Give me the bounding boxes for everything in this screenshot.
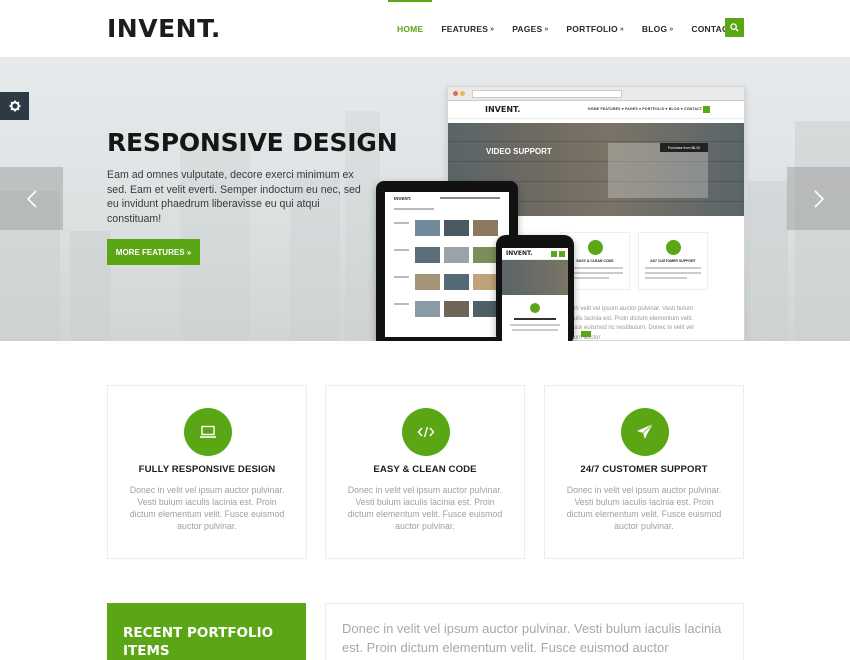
- phone-search-icon: [559, 251, 565, 257]
- mockup-header: INVENT. HOME FEATURES ▾ PAGES ▾ PORTFOLI…: [448, 101, 744, 119]
- phone-text-line: [512, 329, 558, 331]
- tablet-thumbnail: [473, 247, 498, 263]
- tablet-text-line: [394, 222, 409, 224]
- nav-item-label: BLOG: [641, 24, 668, 34]
- mockup-text-line: [645, 277, 687, 279]
- phone-logo: INVENT.: [506, 250, 533, 257]
- nav-item-portfolio[interactable]: PORTFOLIO »: [557, 0, 632, 58]
- tablet-thumbnail: [473, 274, 498, 290]
- main-nav: HOME FEATURES » PAGES » PORTFOLIO » BLOG…: [388, 0, 749, 58]
- tablet-thumbnail: [415, 247, 440, 263]
- hero-slider: RESPONSIVE DESIGN Eam ad omnes vulputate…: [0, 58, 850, 341]
- phone-mockup: INVENT.: [496, 235, 574, 341]
- feature-title: 24/7 CUSTOMER SUPPORT: [580, 464, 708, 475]
- tablet-thumbnail: [444, 220, 469, 236]
- mockup-code-icon: [588, 240, 603, 255]
- tablet-thumbnail: [473, 301, 498, 317]
- mockup-button: [581, 331, 591, 337]
- nav-item-pages[interactable]: PAGES »: [503, 0, 557, 58]
- nav-item-features[interactable]: FEATURES »: [432, 0, 503, 58]
- window-dot: [460, 91, 465, 96]
- tablet-thumbnail: [444, 301, 469, 317]
- tablet-thumbnail: [415, 220, 440, 236]
- mockup-logo: INVENT.: [485, 105, 521, 114]
- tablet-text-line: [394, 249, 409, 251]
- tablet-text-line: [394, 303, 409, 305]
- chevron-left-icon: [26, 189, 37, 208]
- feature-card: FULLY RESPONSIVE DESIGN Donec in velit v…: [107, 385, 307, 559]
- dropdown-arrow-icon: »: [669, 25, 674, 33]
- more-features-button[interactable]: MORE FEATURES »: [107, 239, 200, 265]
- dropdown-arrow-icon: »: [544, 25, 549, 33]
- site-logo[interactable]: INVENT.: [107, 14, 221, 43]
- feature-icon-circle: [621, 408, 669, 456]
- nav-item-label: PORTFOLIO: [566, 24, 618, 34]
- portfolio-heading-box: RECENT PORTFOLIO ITEMS: [107, 603, 306, 660]
- mockup-paper-plane-icon: [666, 240, 681, 255]
- mockup-search-icon: [703, 106, 710, 113]
- tablet-thumbnail: [415, 301, 440, 317]
- phone-menu-icon: [551, 251, 557, 257]
- feature-text: Donec in velit vel ipsum auctor pulvinar…: [129, 485, 285, 531]
- hero-title: RESPONSIVE DESIGN: [107, 128, 398, 157]
- phone-feature-icon: [530, 303, 540, 313]
- mockup-feature-card: 24/7 CUSTOMER SUPPORT: [638, 232, 708, 290]
- dropdown-arrow-icon: »: [619, 25, 624, 33]
- nav-item-label: FEATURES: [441, 24, 489, 34]
- phone-hero-image: [502, 260, 568, 295]
- tablet-thumbnail: [444, 274, 469, 290]
- hero-text: Eam ad omnes vulputate, decore exerci mi…: [107, 169, 361, 225]
- window-dot: [453, 91, 458, 96]
- feature-title: EASY & CLEAN CODE: [373, 464, 477, 475]
- search-icon: [730, 23, 739, 32]
- feature-text: Donec in velit vel ipsum auctor pulvinar…: [347, 485, 503, 531]
- feature-title: FULLY RESPONSIVE DESIGN: [138, 464, 276, 475]
- tablet-thumbnail: [473, 220, 498, 236]
- nav-item-blog[interactable]: BLOG »: [633, 0, 682, 58]
- site-header: INVENT. HOME FEATURES » PAGES » PORTFOLI…: [0, 0, 850, 58]
- paper-plane-icon: [637, 423, 654, 439]
- slider-next-button[interactable]: [787, 167, 850, 230]
- tablet-screen: INVENT.: [385, 192, 509, 337]
- tablet-text-line: [394, 276, 409, 278]
- phone-header: INVENT.: [502, 248, 568, 260]
- slider-prev-button[interactable]: [0, 167, 63, 230]
- mockup-text-line: [567, 267, 623, 269]
- mockup-plank-line: [448, 141, 744, 142]
- feature-icon-circle: [402, 408, 450, 456]
- feature-text: Donec in velit vel ipsum auctor pulvinar…: [566, 485, 722, 531]
- laptop-icon: [200, 425, 216, 438]
- mockup-text-line: [645, 267, 701, 269]
- settings-toggle[interactable]: [0, 92, 29, 120]
- portfolio-intro-text: Donec in velit vel ipsum auctor pulvinar…: [325, 603, 744, 660]
- mockup-purchase-chip: Purchase from $6.00: [660, 143, 708, 152]
- chevron-right-icon: [813, 189, 824, 208]
- mockup-text-line: [567, 272, 623, 274]
- dropdown-arrow-icon: »: [490, 25, 495, 33]
- tablet-text-line: [394, 208, 434, 210]
- mockup-video-title: VIDEO SUPPORT: [486, 147, 552, 156]
- portfolio-title: RECENT PORTFOLIO ITEMS: [123, 625, 274, 659]
- browser-address-bar: [472, 90, 622, 98]
- tablet-thumbnail: [444, 247, 469, 263]
- nav-item-home[interactable]: HOME: [388, 0, 433, 58]
- phone-text-line: [510, 324, 560, 326]
- code-icon: [417, 426, 435, 438]
- feature-card: 24/7 CUSTOMER SUPPORT Donec in velit vel…: [544, 385, 744, 559]
- nav-item-label: PAGES: [512, 24, 543, 34]
- mockup-card-title: 24/7 CUSTOMER SUPPORT: [650, 259, 696, 263]
- gear-icon: [9, 100, 20, 112]
- tablet-logo: INVENT.: [394, 196, 412, 201]
- mockup-nav: HOME FEATURES ▾ PAGES ▾ PORTFOLIO ▾ BLOG…: [588, 107, 706, 111]
- tablet-nav: [440, 197, 500, 199]
- mockup-text-line: [645, 272, 701, 274]
- feature-card: EASY & CLEAN CODE Donec in velit vel ips…: [325, 385, 525, 559]
- tablet-thumbnail: [415, 274, 440, 290]
- phone-text-line: [514, 318, 556, 320]
- feature-icon-circle: [184, 408, 232, 456]
- phone-screen: INVENT.: [502, 248, 568, 341]
- nav-item-label: HOME: [397, 24, 424, 34]
- search-button[interactable]: [725, 18, 744, 37]
- browser-toolbar: [448, 87, 744, 101]
